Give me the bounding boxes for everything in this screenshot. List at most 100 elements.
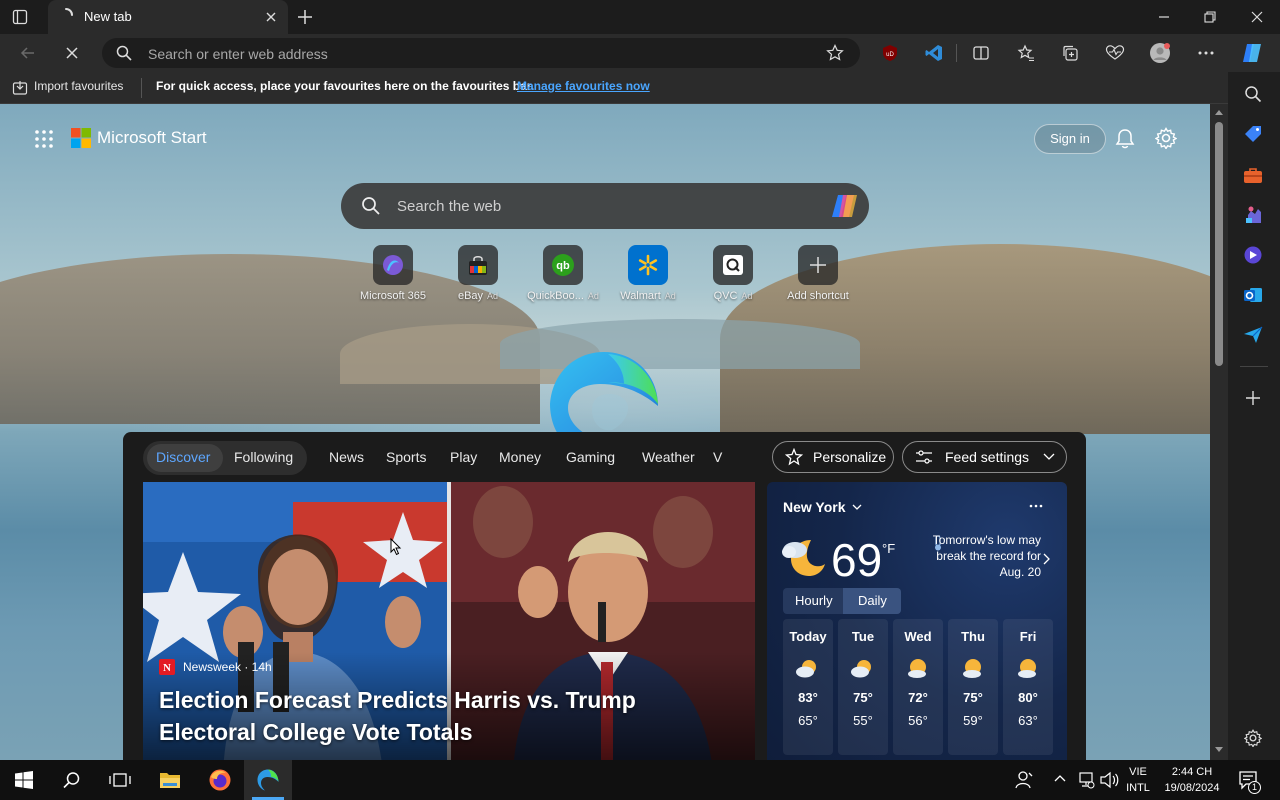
- daily-toggle[interactable]: Daily: [858, 593, 887, 608]
- shortcut-ebay[interactable]: eBay Ad: [433, 245, 523, 302]
- new-tab-icon[interactable]: [296, 8, 314, 26]
- profile-avatar-icon[interactable]: [1148, 42, 1172, 64]
- newsweek-logo-icon: N: [159, 659, 175, 675]
- weather-alert[interactable]: Tomorrow's low may break the record for …: [917, 532, 1041, 580]
- file-explorer-icon[interactable]: [146, 760, 194, 800]
- temperature-unit[interactable]: °F: [882, 541, 895, 556]
- tab-overflow[interactable]: V: [713, 449, 722, 465]
- page-scrollbar[interactable]: [1210, 104, 1228, 760]
- svg-text:N: N: [163, 662, 171, 674]
- address-placeholder: Search or enter web address: [148, 46, 328, 62]
- show-hidden-icons-chevron-icon[interactable]: [1054, 774, 1066, 782]
- weather-card[interactable]: New York 69 °F Tomorrow's low may break …: [767, 482, 1067, 760]
- input-language-indicator[interactable]: VIE INTL: [1124, 764, 1152, 796]
- edge-taskbar-icon[interactable]: [244, 760, 292, 800]
- favorites-icon[interactable]: [1014, 42, 1038, 64]
- stop-loading-icon[interactable]: [60, 42, 84, 64]
- more-options-icon[interactable]: [1194, 42, 1218, 64]
- shortcut-walmart[interactable]: Walmart Ad: [603, 245, 693, 302]
- copilot-icon[interactable]: [1240, 42, 1264, 64]
- forecast-day[interactable]: Tue 75° 55°: [838, 619, 888, 755]
- clock[interactable]: 2:44 CH 19/08/2024: [1160, 764, 1224, 796]
- add-sidebar-app-icon[interactable]: [1241, 386, 1265, 410]
- volume-icon[interactable]: [1099, 771, 1119, 789]
- vscode-extension-icon[interactable]: [922, 42, 946, 64]
- send-drop-icon[interactable]: [1241, 323, 1265, 347]
- feed-settings-button[interactable]: Feed settings: [902, 441, 1067, 473]
- personalize-button[interactable]: Personalize: [772, 441, 894, 473]
- windows-start-icon[interactable]: [0, 760, 48, 800]
- tab-news[interactable]: News: [329, 449, 364, 465]
- games-icon[interactable]: [1241, 203, 1265, 227]
- more-options-icon[interactable]: [1029, 504, 1043, 508]
- chevron-down-icon[interactable]: [852, 504, 862, 511]
- copilot-sidebar-icon[interactable]: [1241, 243, 1265, 267]
- ublock-extension-icon[interactable]: uD: [878, 42, 902, 64]
- sliders-icon: [916, 450, 932, 464]
- hero-news-card[interactable]: N Newsweek · 14h Election Forecast Predi…: [143, 482, 755, 760]
- web-search-box[interactable]: Search the web: [341, 183, 869, 229]
- shortcut-add[interactable]: Add shortcut: [773, 245, 863, 302]
- import-favourites-button[interactable]: Import favourites: [34, 79, 123, 93]
- notifications-bell-icon[interactable]: [1115, 128, 1135, 150]
- restore-icon[interactable]: [1187, 0, 1233, 34]
- tab-new-tab[interactable]: New tab: [48, 0, 288, 34]
- weather-alert-text: Tomorrow's low may break the record for …: [932, 533, 1041, 579]
- shortcut-quickbooks[interactable]: qb QuickBoo... Ad: [518, 245, 608, 302]
- forecast-day[interactable]: Thu 75° 59°: [948, 619, 998, 755]
- chevron-right-icon[interactable]: [1043, 553, 1050, 565]
- close-tab-icon[interactable]: [264, 10, 278, 24]
- people-icon[interactable]: [1014, 770, 1034, 790]
- brand-name[interactable]: Microsoft Start: [97, 128, 207, 148]
- new-tab-page: Microsoft Start Sign in Search the web M…: [0, 104, 1210, 760]
- shopping-tag-icon[interactable]: [1241, 122, 1265, 146]
- copilot-search-icon[interactable]: [829, 193, 859, 219]
- article-headline[interactable]: Election Forecast Predicts Harris vs. Tr…: [159, 684, 739, 748]
- tab-actions-icon[interactable]: [12, 9, 28, 25]
- tab-following[interactable]: Following: [234, 449, 293, 465]
- weather-city[interactable]: New York: [783, 499, 846, 515]
- collections-icon[interactable]: [1058, 42, 1082, 64]
- favorite-star-icon[interactable]: [826, 44, 844, 62]
- browser-essentials-icon[interactable]: [1103, 42, 1127, 64]
- apps-launcher-icon[interactable]: [34, 129, 54, 149]
- close-window-icon[interactable]: [1234, 0, 1280, 34]
- manage-favourites-link[interactable]: Manage favourites now: [517, 79, 650, 93]
- page-settings-gear-icon[interactable]: [1155, 127, 1177, 149]
- taskbar-search-icon[interactable]: [48, 760, 96, 800]
- forecast-day-name: Thu: [961, 629, 985, 644]
- tab-play[interactable]: Play: [450, 449, 477, 465]
- tab-weather[interactable]: Weather: [642, 449, 695, 465]
- forecast-day[interactable]: Wed 72° 56°: [893, 619, 943, 755]
- sidebar-settings-gear-icon[interactable]: [1241, 726, 1265, 750]
- shortcut-microsoft-365[interactable]: Microsoft 365: [348, 245, 438, 302]
- sidebar-search-icon[interactable]: [1241, 82, 1265, 106]
- sign-in-button[interactable]: Sign in: [1034, 124, 1106, 154]
- tools-briefcase-icon[interactable]: [1241, 163, 1265, 187]
- forecast-high: 80°: [1018, 690, 1038, 705]
- search-icon: [361, 196, 381, 216]
- minimize-icon[interactable]: [1141, 0, 1187, 34]
- hourly-toggle[interactable]: Hourly: [795, 593, 833, 608]
- svg-text:qb: qb: [556, 260, 570, 272]
- tab-gaming[interactable]: Gaming: [566, 449, 615, 465]
- scroll-down-icon[interactable]: [1215, 747, 1223, 753]
- tab-discover[interactable]: Discover: [156, 449, 210, 465]
- tab-money[interactable]: Money: [499, 449, 541, 465]
- address-bar[interactable]: Search or enter web address: [102, 38, 860, 68]
- forecast-high: 72°: [908, 690, 928, 705]
- outlook-icon[interactable]: [1241, 283, 1265, 307]
- forecast-day[interactable]: Today 83° 65°: [783, 619, 833, 755]
- shortcut-qvc[interactable]: QVC Ad: [688, 245, 778, 302]
- scroll-thumb[interactable]: [1215, 122, 1223, 366]
- back-icon[interactable]: [16, 42, 40, 64]
- scroll-up-icon[interactable]: [1215, 109, 1223, 115]
- firefox-icon[interactable]: [196, 760, 244, 800]
- network-icon[interactable]: [1077, 771, 1095, 789]
- forecast-toggle: Hourly Daily: [783, 588, 901, 614]
- split-screen-icon[interactable]: [969, 42, 993, 64]
- tab-sports[interactable]: Sports: [386, 449, 426, 465]
- forecast-day[interactable]: Fri 80° 63°: [1003, 619, 1053, 755]
- task-view-icon[interactable]: [96, 760, 144, 800]
- ad-badge: Ad: [741, 291, 753, 301]
